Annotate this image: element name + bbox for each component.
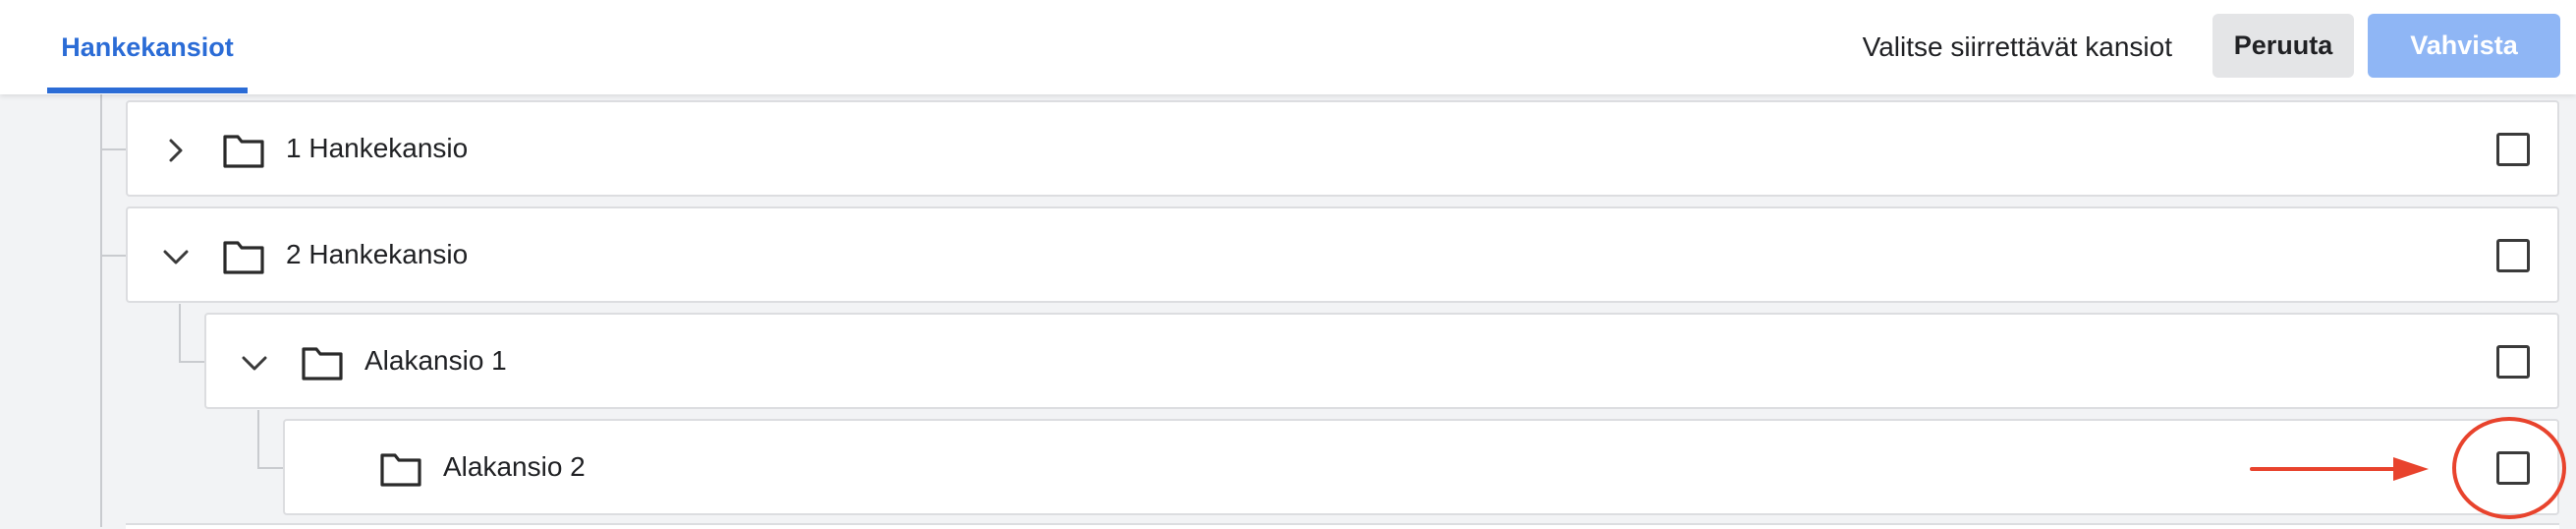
tree-guide-line <box>179 304 181 362</box>
folder-tree: 1 Hankekansio 2 Hankekansio Alakansio 1 … <box>0 94 2576 529</box>
tree-guide-line <box>100 148 128 150</box>
checkbox-icon[interactable] <box>2496 133 2530 166</box>
top-bar: Hankekansiot Valitse siirrettävät kansio… <box>0 0 2576 94</box>
tree-row-2-hankekansio[interactable]: 2 Hankekansio <box>126 206 2559 303</box>
cancel-button[interactable]: Peruuta <box>2212 14 2354 78</box>
folder-icon <box>379 450 422 488</box>
confirm-button[interactable]: Vahvista <box>2368 14 2560 78</box>
active-tab-indicator <box>47 88 248 93</box>
tree-guide-line <box>179 361 206 363</box>
folder-icon <box>222 132 265 169</box>
tab-hankekansiot[interactable]: Hankekansiot <box>47 0 248 94</box>
folder-icon <box>222 238 265 275</box>
chevron-down-icon[interactable] <box>161 242 191 271</box>
instruction-text: Valitse siirrettävät kansiot <box>1862 31 2172 62</box>
folder-icon <box>301 344 344 382</box>
chevron-right-icon[interactable] <box>161 136 191 165</box>
tree-row-label: 1 Hankekansio <box>286 133 469 163</box>
checkbox-icon[interactable] <box>2496 345 2530 379</box>
tab-label: Hankekansiot <box>61 31 234 62</box>
checkbox-icon[interactable] <box>2496 451 2530 485</box>
tree-row-alakansio-2[interactable]: Alakansio 2 <box>283 419 2559 515</box>
tree-row-alakansio-1[interactable]: Alakansio 1 <box>204 313 2559 409</box>
tree-row-label: 2 Hankekansio <box>286 239 469 269</box>
tree-row-partial <box>126 523 2559 529</box>
tree-guide-line <box>257 410 259 468</box>
tree-guide-line <box>100 255 128 257</box>
chevron-down-icon[interactable] <box>240 348 269 378</box>
tree-guide-line <box>100 94 102 527</box>
tree-row-label: Alakansio 2 <box>443 451 586 482</box>
tree-guide-line <box>257 467 285 469</box>
tree-row-label: Alakansio 1 <box>364 345 507 376</box>
checkbox-icon[interactable] <box>2496 239 2530 272</box>
tree-row-1-hankekansio[interactable]: 1 Hankekansio <box>126 100 2559 197</box>
